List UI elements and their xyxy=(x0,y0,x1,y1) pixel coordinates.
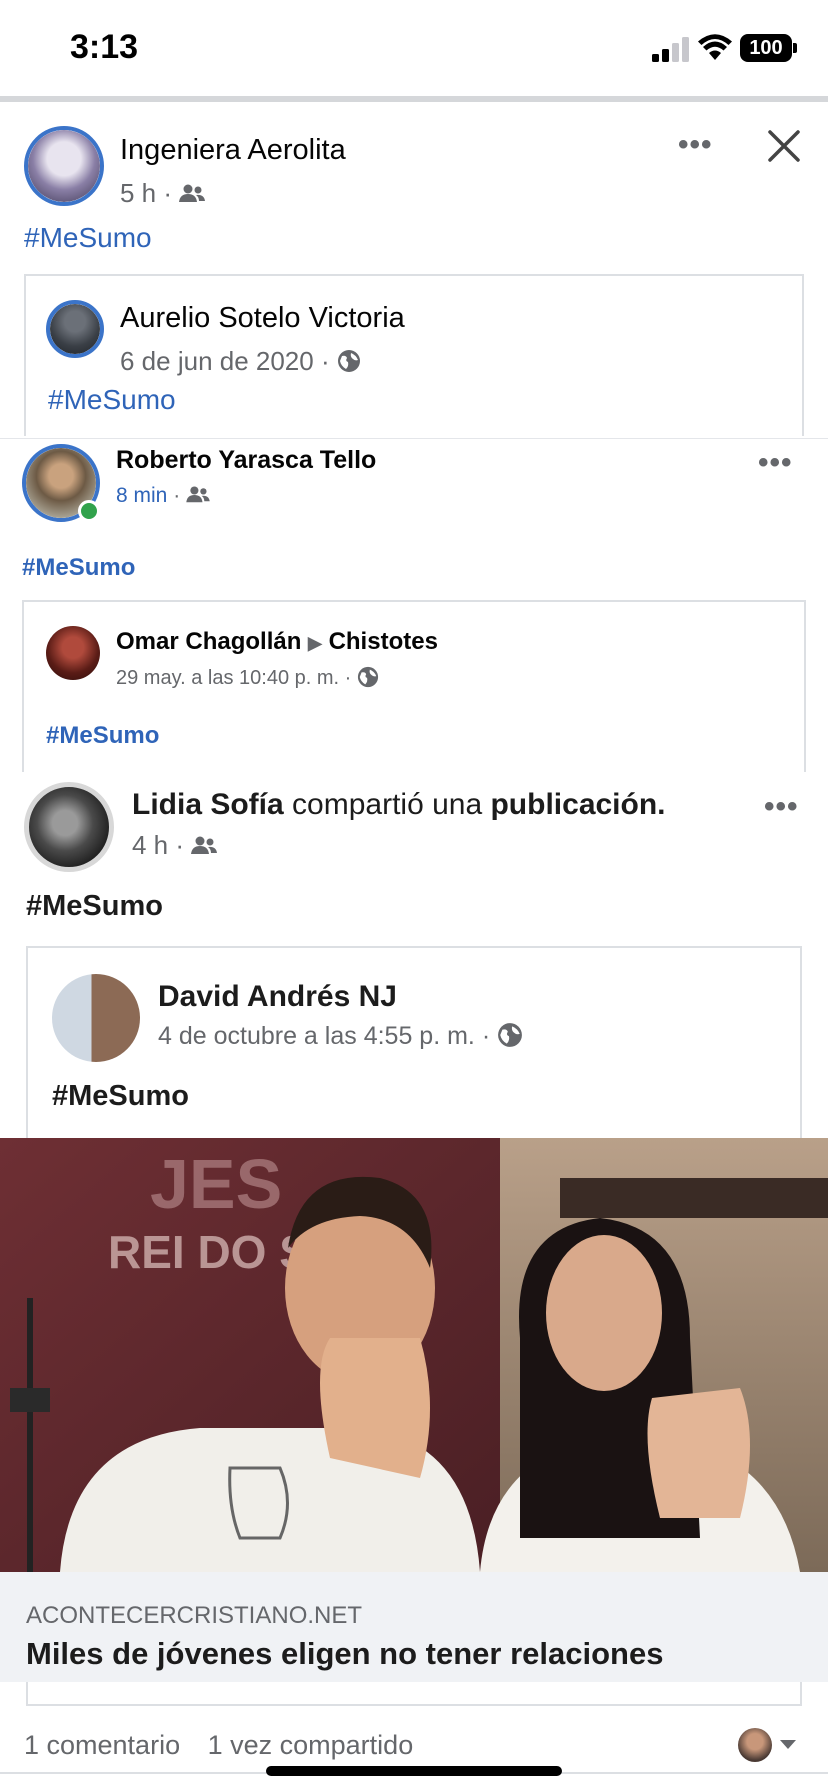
photo-sign-line2: REI DO S xyxy=(108,1226,310,1278)
globe-icon xyxy=(357,666,378,688)
post1-meta: 5 h · xyxy=(120,178,206,209)
photo-illustration: JES REI DO S xyxy=(0,1138,828,1572)
separator-dot: · xyxy=(175,830,185,860)
friends-icon xyxy=(179,184,206,202)
top-divider xyxy=(0,96,828,102)
post2-hashtag[interactable]: #MeSumo xyxy=(22,554,135,582)
post2-shared-group[interactable]: Chistotes xyxy=(329,628,438,655)
photo-sign-line1: JES xyxy=(150,1145,282,1223)
globe-icon xyxy=(337,350,360,372)
post1-avatar[interactable] xyxy=(24,126,104,206)
separator-dot: · xyxy=(173,484,181,507)
home-indicator[interactable] xyxy=(266,1766,562,1776)
friends-icon xyxy=(191,836,218,854)
link-domain: ACONTECERCRISTIANO.NET xyxy=(26,1602,363,1629)
post1-shared-hashtag[interactable]: #MeSumo xyxy=(48,384,176,416)
battery-nub xyxy=(793,43,797,53)
post3-shared-date[interactable]: 4 de octubre a las 4:55 p. m. xyxy=(158,1022,475,1050)
post1-author[interactable]: Ingeniera Aerolita xyxy=(120,134,346,167)
arrow-icon: ▶ xyxy=(308,633,322,653)
post2-shared-avatar[interactable] xyxy=(46,626,100,680)
post3-action-object[interactable]: publicación. xyxy=(490,788,665,821)
post2-shared-header: Omar Chagollán ▶ Chistotes xyxy=(116,628,438,656)
chevron-down-icon[interactable] xyxy=(778,1738,798,1752)
post3-header-line: Lidia Sofía compartió una publicación. xyxy=(132,788,666,822)
post1-hashtag[interactable]: #MeSumo xyxy=(24,222,152,254)
engagement-counts: 1 comentario 1 vez compartido xyxy=(24,1730,433,1761)
separator-dot: · xyxy=(344,667,352,689)
post2-time[interactable]: 8 min xyxy=(116,484,167,507)
post3-hashtag[interactable]: #MeSumo xyxy=(26,890,163,923)
status-time: 3:13 xyxy=(70,28,139,66)
post3-shared-avatar[interactable] xyxy=(52,974,140,1062)
post1-more-button[interactable]: ••• xyxy=(678,128,713,162)
battery-icon: 100 xyxy=(740,34,792,62)
separator-dot: · xyxy=(481,1022,491,1050)
post3-shared-hashtag[interactable]: #MeSumo xyxy=(52,1080,189,1113)
post2-more-button[interactable]: ••• xyxy=(758,446,793,480)
globe-icon xyxy=(498,1023,523,1047)
post3-shared-author[interactable]: David Andrés NJ xyxy=(158,980,397,1014)
post1-time[interactable]: 5 h xyxy=(120,178,156,208)
reactor-avatar[interactable] xyxy=(738,1728,772,1762)
link-title[interactable]: Miles de jóvenes eligen no tener relacio… xyxy=(26,1636,663,1672)
post3-action: compartió una xyxy=(292,788,483,821)
post3-author[interactable]: Lidia Sofía xyxy=(132,788,284,821)
friends-icon xyxy=(186,486,210,503)
post1-shared-avatar[interactable] xyxy=(46,300,104,358)
post3-avatar[interactable] xyxy=(24,782,114,872)
post1-shared-date[interactable]: 6 de jun de 2020 xyxy=(120,346,314,376)
post3-more-button[interactable]: ••• xyxy=(764,790,799,824)
post3-time[interactable]: 4 h xyxy=(132,830,168,860)
separator-dot: · xyxy=(320,346,330,376)
post2-meta: 8 min · xyxy=(116,484,210,508)
post2-author[interactable]: Roberto Yarasca Tello xyxy=(116,446,376,475)
comment-count[interactable]: 1 comentario xyxy=(24,1730,180,1760)
post1-shared-author[interactable]: Aurelio Sotelo Victoria xyxy=(120,302,405,335)
separator-dot: · xyxy=(163,178,173,208)
post2-shared-date[interactable]: 29 may. a las 10:40 p. m. xyxy=(116,667,339,689)
post-photo[interactable]: JES REI DO S xyxy=(0,1138,828,1572)
post2-shared-meta: 29 may. a las 10:40 p. m. · xyxy=(116,666,379,690)
share-count[interactable]: 1 vez compartido xyxy=(208,1730,414,1760)
wifi-icon xyxy=(698,34,732,60)
post2-shared-hashtag[interactable]: #MeSumo xyxy=(46,722,159,750)
post1-shared-meta: 6 de jun de 2020 · xyxy=(120,346,361,377)
online-status-dot xyxy=(78,500,100,522)
post3-shared-meta: 4 de octubre a las 4:55 p. m. · xyxy=(158,1022,523,1051)
post2-shared-author[interactable]: Omar Chagollán xyxy=(116,628,301,655)
signal-icon xyxy=(652,37,689,62)
close-icon[interactable] xyxy=(764,126,804,166)
post3-meta: 4 h · xyxy=(132,830,218,861)
